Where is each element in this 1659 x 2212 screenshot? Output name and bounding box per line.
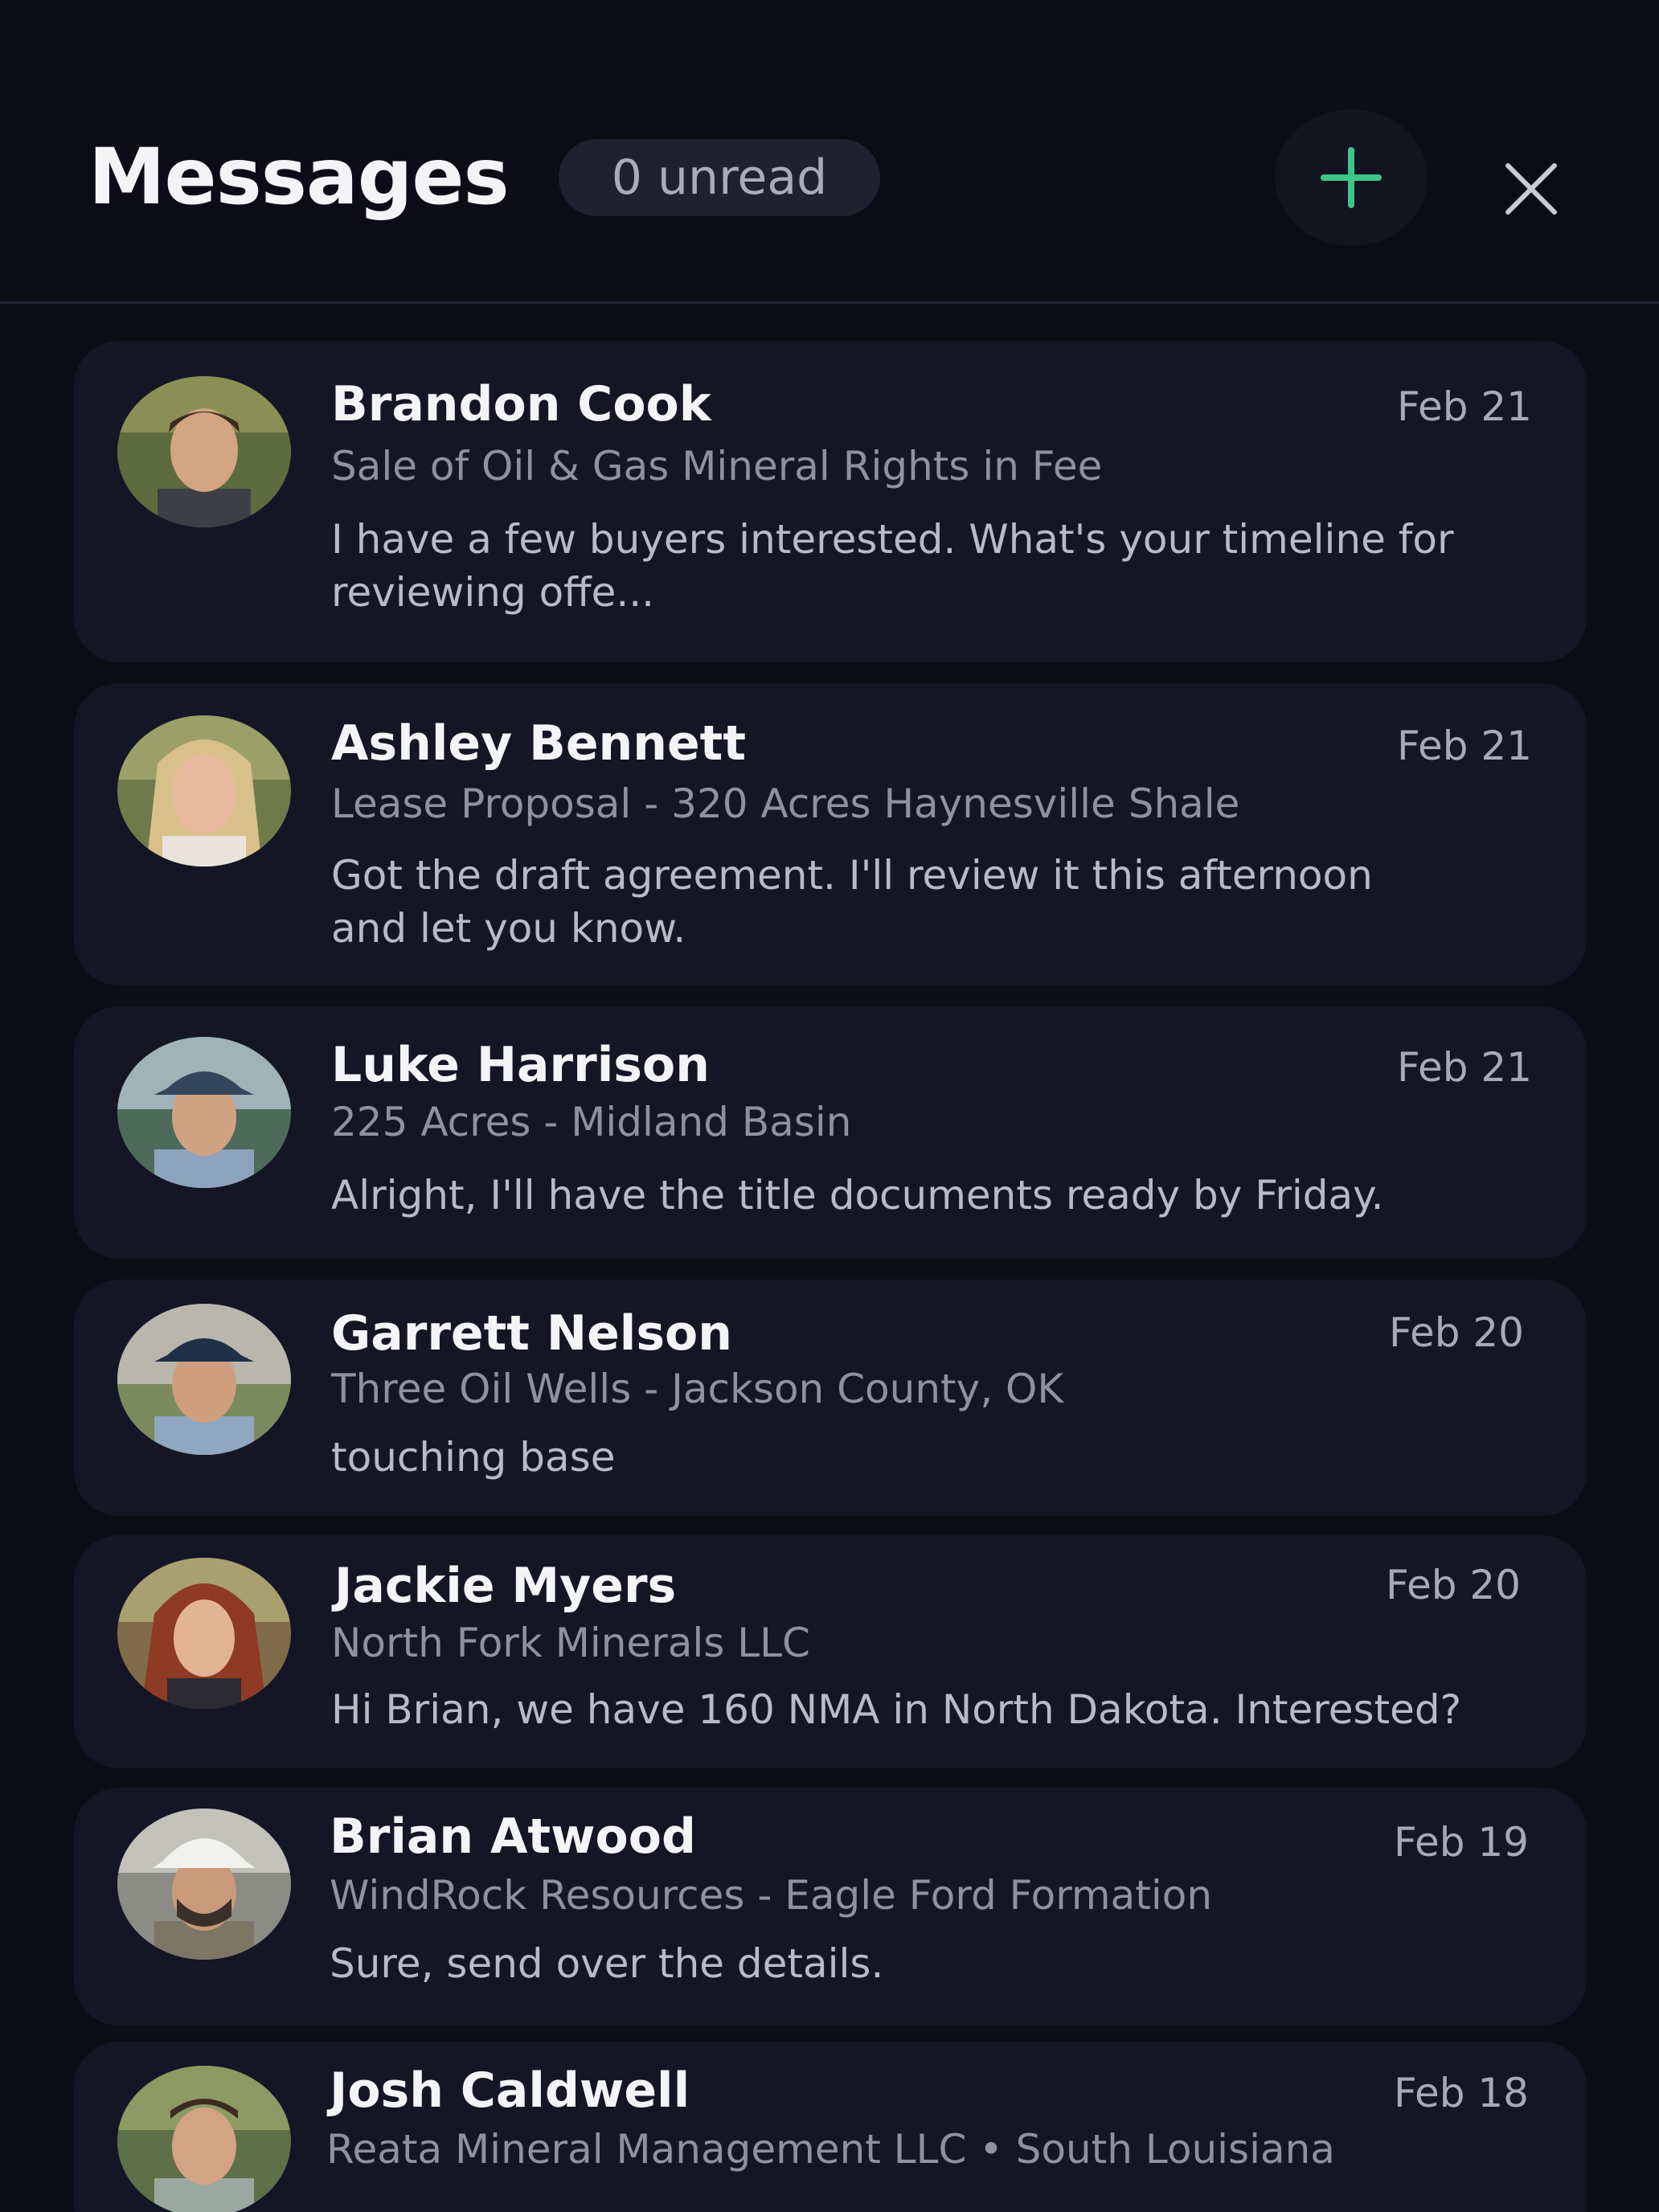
avatar [117, 1304, 291, 1455]
avatar [117, 376, 291, 527]
message-date: Feb 20 [1388, 1309, 1524, 1356]
sender-name: Garrett Nelson [331, 1305, 732, 1362]
message-preview: touching base [331, 1434, 616, 1481]
message-preview: Sure, send over the details. [330, 1940, 884, 1987]
sender-name: Ashley Bennett [331, 715, 747, 772]
unread-count-badge: 0 unread [559, 139, 880, 216]
new-message-button[interactable] [1275, 109, 1428, 246]
conversation-subject: Lease Proposal - 320 Acres Haynesville S… [331, 780, 1240, 827]
message-date: Feb 18 [1393, 2070, 1529, 2116]
close-button[interactable] [1487, 145, 1575, 233]
conversation-item[interactable]: Garrett Nelson Feb 20 Three Oil Wells - … [74, 1280, 1587, 1516]
conversation-item[interactable]: Luke Harrison Feb 21 225 Acres - Midland… [74, 1006, 1587, 1259]
conversation-subject: WindRock Resources - Eagle Ford Formatio… [330, 1872, 1213, 1919]
conversation-item[interactable]: Brian Atwood Feb 19 WindRock Resources -… [74, 1788, 1587, 2026]
avatar [117, 1809, 291, 1960]
conversation-subject: Three Oil Wells - Jackson County, OK [331, 1366, 1064, 1412]
avatar [117, 1558, 291, 1709]
conversation-subject: Sale of Oil & Gas Mineral Rights in Fee [331, 443, 1103, 490]
message-date: Feb 21 [1396, 383, 1532, 430]
sender-name: Jackie Myers [334, 1558, 677, 1614]
conversation-item[interactable]: Ashley Bennett Feb 21 Lease Proposal - 3… [74, 683, 1587, 985]
conversation-subject: North Fork Minerals LLC [331, 1620, 810, 1666]
avatar [117, 1037, 291, 1188]
conversation-item[interactable]: Jackie Myers Feb 20 North Fork Minerals … [74, 1535, 1587, 1768]
conversation-item[interactable]: Brandon Cook Feb 21 Sale of Oil & Gas Mi… [74, 341, 1587, 662]
plus-icon [1321, 147, 1382, 208]
message-date: Feb 20 [1385, 1562, 1521, 1608]
message-date: Feb 21 [1396, 1044, 1532, 1091]
messages-screen: Messages 0 unread Brandon Cook Feb 21 Sa… [0, 0, 1659, 2212]
sender-name: Josh Caldwell [330, 2062, 690, 2119]
close-icon [1505, 163, 1557, 215]
message-preview: Got the draft agreement. I'll review it … [331, 852, 1373, 952]
avatar [117, 715, 291, 866]
message-preview: Hi Brian, we have 160 NMA in North Dakot… [331, 1686, 1462, 1733]
message-date: Feb 19 [1393, 1819, 1529, 1866]
conversation-subject: 225 Acres - Midland Basin [331, 1099, 852, 1145]
avatar [117, 2066, 291, 2212]
header: Messages 0 unread [0, 0, 1659, 304]
conversation-subject: Reata Mineral Management LLC • South Lou… [326, 2126, 1335, 2173]
sender-name: Brandon Cook [331, 376, 711, 432]
page-title: Messages [88, 132, 510, 222]
conversation-item[interactable]: Josh Caldwell Feb 18 Reata Mineral Manag… [74, 2042, 1587, 2212]
message-preview: I have a few buyers interested. What's y… [331, 516, 1454, 616]
message-date: Feb 21 [1396, 723, 1532, 769]
sender-name: Brian Atwood [330, 1809, 696, 1865]
message-preview: Alright, I'll have the title documents r… [331, 1172, 1384, 1219]
sender-name: Luke Harrison [331, 1037, 710, 1093]
